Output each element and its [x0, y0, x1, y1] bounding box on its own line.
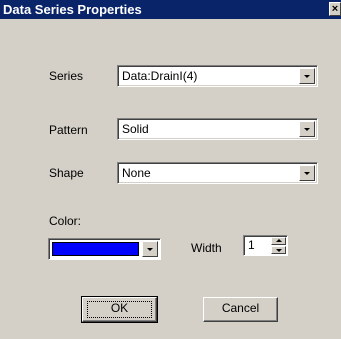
pattern-label: Pattern [49, 123, 88, 137]
chevron-down-icon [304, 128, 310, 131]
focus-ring [87, 301, 152, 318]
shape-dropdown[interactable]: None [117, 162, 318, 184]
shape-dropdown-button[interactable] [299, 165, 315, 181]
series-label: Series [49, 69, 84, 83]
color-dropdown-button[interactable] [142, 241, 158, 257]
chevron-down-icon [304, 75, 310, 78]
pattern-dropdown-button[interactable] [299, 121, 315, 137]
pattern-value: Solid [122, 122, 149, 136]
ok-button[interactable]: OK [81, 296, 158, 323]
width-label: Width [191, 241, 222, 255]
title-bar: Data Series Properties × [0, 0, 341, 19]
close-icon: × [331, 3, 339, 15]
window-title: Data Series Properties [3, 2, 142, 17]
color-label: Color: [49, 214, 82, 228]
pattern-dropdown[interactable]: Solid [117, 118, 318, 140]
width-spinner[interactable]: 1 [243, 235, 288, 256]
cancel-button[interactable]: Cancel [203, 297, 278, 322]
shape-label: Shape [49, 166, 84, 180]
spin-buttons [271, 237, 286, 254]
series-dropdown[interactable]: Data:DrainI(4) [117, 65, 318, 87]
spin-down-icon [276, 249, 282, 252]
close-button[interactable]: × [329, 2, 341, 16]
spin-up-icon [276, 239, 282, 242]
series-dropdown-button[interactable] [299, 68, 315, 84]
spin-up-button[interactable] [271, 237, 286, 245]
cancel-button-label: Cancel [221, 301, 260, 315]
color-dropdown[interactable] [48, 238, 161, 260]
shape-value: None [122, 166, 151, 180]
chevron-down-icon [304, 172, 310, 175]
color-swatch [52, 242, 139, 256]
chevron-down-icon [147, 248, 153, 251]
spin-down-button[interactable] [271, 246, 286, 254]
series-value: Data:DrainI(4) [122, 69, 198, 83]
width-value: 1 [248, 238, 255, 252]
